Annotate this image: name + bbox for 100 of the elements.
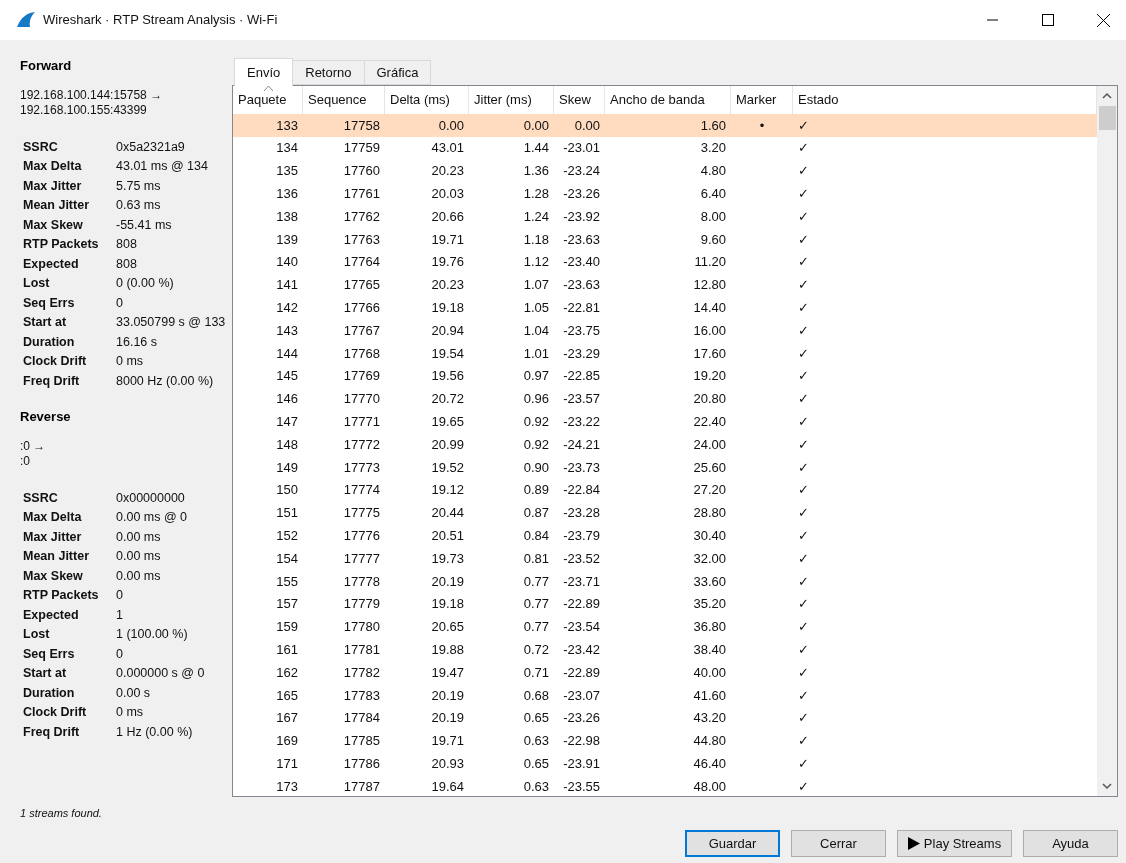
tab[interactable]: Gráfica	[364, 60, 432, 85]
stat-label: Max Skew	[23, 567, 84, 585]
endpoint-text: :0	[20, 453, 31, 469]
table-cell-text: 133	[275, 116, 299, 135]
table-cell-text: 0.63	[522, 732, 550, 751]
stat-value: 0.00 ms	[116, 548, 161, 565]
table-row[interactable]: 135 17760 20.23 1.36 -23.24 4.80 ✓	[233, 159, 1097, 183]
table-row[interactable]: 169 17785 19.71 0.63 -22.98 44.80 ✓	[233, 729, 1097, 753]
table-cell-text: 43.20	[692, 709, 727, 728]
table-cell-text: 20.23	[430, 276, 465, 295]
dialog-button[interactable]: Cerrar	[791, 830, 886, 857]
stat-label: Start at	[23, 314, 68, 331]
table-cell-text: ✓	[797, 435, 810, 454]
table-cell-text: 19.52	[430, 458, 465, 477]
stat-value: 0 ms	[116, 704, 144, 721]
table-cell-text: ✓	[797, 344, 810, 363]
table-cell-text: -23.29	[562, 344, 601, 363]
table-cell-text: 135	[275, 162, 299, 181]
table-row[interactable]: 146 17770 20.72 0.96 -23.57 20.80 ✓	[233, 387, 1097, 411]
table-cell-text: -23.52	[562, 549, 601, 568]
table-cell-text: 17765	[342, 276, 381, 295]
dialog-button[interactable]: Guardar	[685, 830, 780, 857]
table-cell-text: 1.24	[522, 207, 550, 226]
table-cell-text: 0.97	[522, 367, 550, 386]
table-cell-text: 20.65	[430, 618, 465, 637]
table-cell-text: ✓	[797, 207, 810, 226]
stat-label: RTP Packets	[23, 587, 100, 604]
table-row[interactable]: 151 17775 20.44 0.87 -23.28 28.80 ✓	[233, 501, 1097, 525]
dialog-button[interactable]: Ayuda	[1023, 830, 1118, 857]
scroll-down-icon[interactable]	[1102, 782, 1112, 790]
table-cell-text: 149	[275, 458, 299, 477]
table-cell-text: 19.88	[430, 640, 465, 659]
stat-value: 16.16 s	[116, 333, 157, 351]
table-row[interactable]: 161 17781 19.88 0.72 -23.42 38.40 ✓	[233, 638, 1097, 662]
stat-value: 0.00 s	[116, 684, 151, 702]
stat-value: 0 (0.00 %)	[116, 275, 174, 292]
stat-label: SSRC	[23, 489, 59, 507]
stat-value: 0.63 ms	[116, 197, 161, 214]
stat-value: 0.000000 s @ 0	[116, 665, 205, 682]
scroll-thumb[interactable]	[1098, 106, 1116, 130]
table-cell-text: 17786	[342, 754, 381, 773]
stat-label: Duration	[23, 684, 76, 702]
table-row[interactable]: 136 17761 20.03 1.28 -23.26 6.40 ✓	[233, 182, 1097, 206]
table-cell-text: -22.81	[562, 299, 601, 317]
table-cell-text: -22.89	[562, 663, 601, 682]
tab[interactable]: Retorno	[293, 60, 365, 85]
table-row[interactable]: 138 17762 20.66 1.24 -23.92 8.00 ✓	[233, 205, 1097, 228]
table-cell-text: 30.40	[692, 527, 727, 545]
table-cell-text: 20.72	[430, 390, 465, 409]
table-row[interactable]: 155 17778 20.19 0.77 -23.71 33.60 ✓	[233, 569, 1097, 593]
table-row[interactable]: 154 17777 19.73 0.81 -23.52 32.00 ✓	[233, 547, 1097, 570]
table-cell-text: 1.01	[522, 344, 550, 363]
dialog-button[interactable]: Play Streams	[897, 830, 1012, 857]
table-cell-text: 134	[275, 139, 299, 158]
table-row[interactable]: 141 17765 20.23 1.07 -23.63 12.80 ✓	[233, 273, 1097, 297]
table-cell-text: 154	[275, 549, 299, 568]
table-row[interactable]: 148 17772 20.99 0.92 -24.21 24.00 ✓	[233, 433, 1097, 456]
table-row[interactable]: 173 17787 19.64 0.63 -23.55 48.00 ✓	[233, 775, 1097, 796]
table-cell-text: ✓	[797, 458, 810, 477]
table-row[interactable]: 139 17763 19.71 1.18 -23.63 9.60 ✓	[233, 228, 1097, 251]
table-row[interactable]: 165 17783 20.19 0.68 -23.07 41.60 ✓	[233, 683, 1097, 707]
table-cell-text: 19.54	[430, 344, 465, 363]
stat-value: 808	[116, 255, 137, 273]
table-cell-text: -23.24	[562, 162, 601, 181]
table-cell-text: ✓	[797, 732, 810, 751]
table-row[interactable]: 159 17780 20.65 0.77 -23.54 36.80 ✓	[233, 615, 1097, 639]
table-cell-text: 20.93	[430, 754, 465, 773]
table-cell-text: 19.73	[430, 549, 465, 568]
table-row[interactable]: 171 17786 20.93 0.65 -23.91 46.40 ✓	[233, 752, 1097, 776]
table-cell-text: -23.79	[562, 527, 601, 545]
table-row[interactable]: 162 17782 19.47 0.71 -22.89 40.00 ✓	[233, 661, 1097, 684]
table-row[interactable]: 147 17771 19.65 0.92 -23.22 22.40 ✓	[233, 410, 1097, 434]
table-row[interactable]: 149 17773 19.52 0.90 -23.73 25.60 ✓	[233, 455, 1097, 479]
scroll-up-icon[interactable]	[1102, 92, 1112, 100]
table-row[interactable]: 157 17779 19.18 0.77 -22.89 35.20 ✓	[233, 592, 1097, 616]
table-cell-text: 17766	[342, 299, 381, 317]
table-row[interactable]: 144 17768 19.54 1.01 -23.29 17.60 ✓	[233, 341, 1097, 365]
table-cell-text: 20.94	[430, 321, 465, 340]
table-cell-text: 48.00	[692, 777, 727, 796]
table-cell-text: 19.71	[430, 230, 465, 249]
table-row[interactable]: 133 17758 0.00 0.00 0.00 1.60 • ✓	[233, 114, 1097, 137]
table-cell-text: 22.40	[692, 413, 727, 431]
table-cell-text: 17764	[342, 253, 381, 272]
table-row[interactable]: 142 17766 19.18 1.05 -22.81 14.40 ✓	[233, 296, 1097, 320]
scrollbar[interactable]	[1097, 86, 1117, 796]
table-row[interactable]: 145 17769 19.56 0.97 -22.85 19.20 ✓	[233, 364, 1097, 388]
table-row[interactable]: 150 17774 19.12 0.89 -22.84 27.20 ✓	[233, 478, 1097, 502]
tab[interactable]: Envío	[234, 58, 294, 86]
table-cell-text: 0.84	[522, 527, 550, 545]
stat-label: Max Jitter	[23, 177, 83, 195]
table-cell-text: 1.36	[522, 162, 550, 181]
stat-label: Max Skew	[23, 216, 84, 234]
table-cell-text: -23.01	[562, 139, 601, 158]
table-cell-text: 173	[275, 777, 299, 796]
table-row[interactable]: 143 17767 20.94 1.04 -23.75 16.00 ✓	[233, 319, 1097, 342]
table-row[interactable]: 140 17764 19.76 1.12 -23.40 11.20 ✓	[233, 250, 1097, 274]
table-row[interactable]: 134 17759 43.01 1.44 -23.01 3.20 ✓	[233, 136, 1097, 160]
table-row[interactable]: 167 17784 20.19 0.65 -23.26 43.20 ✓	[233, 706, 1097, 730]
table-row[interactable]: 152 17776 20.51 0.84 -23.79 30.40 ✓	[233, 524, 1097, 548]
table-cell-text: 0.92	[522, 435, 550, 454]
